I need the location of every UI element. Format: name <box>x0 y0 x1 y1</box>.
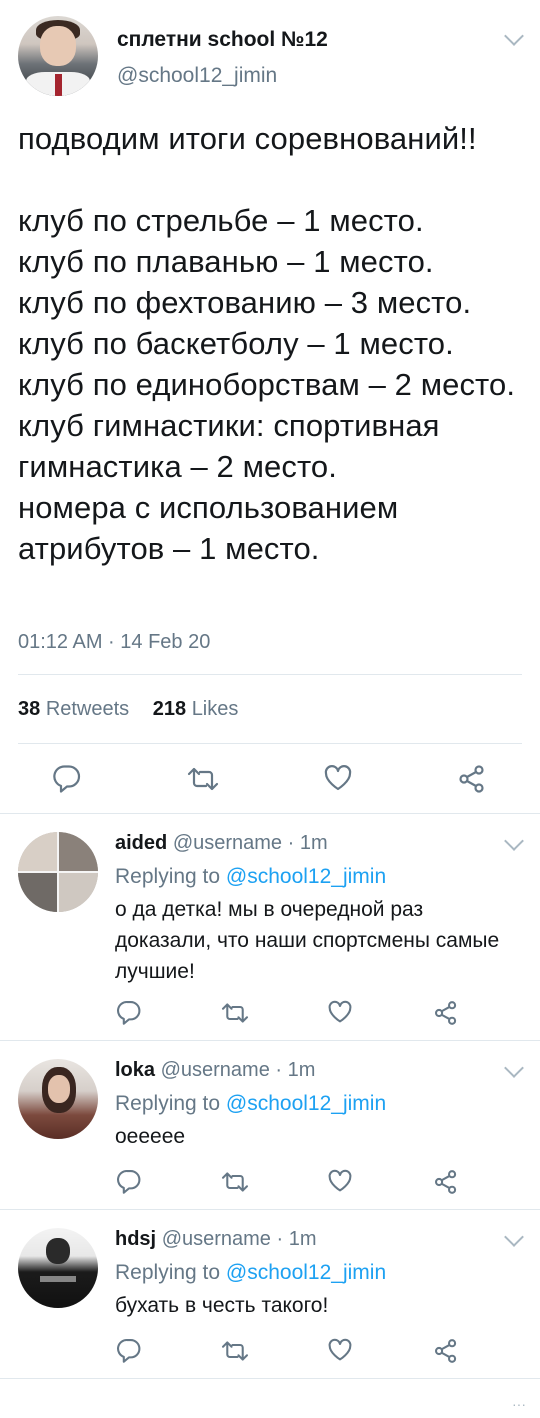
engagement-stats: 38 Retweets 218 Likes <box>18 698 238 721</box>
chevron-down-icon[interactable] <box>504 1227 524 1247</box>
timestamp[interactable]: 01:12 AM · 14 Feb 20 <box>18 631 210 654</box>
reply-meta: @username · 1m <box>161 1228 317 1250</box>
retweets-label[interactable]: Retweets <box>46 698 129 720</box>
retweet-icon[interactable] <box>220 1001 250 1025</box>
reply-icon[interactable] <box>52 763 82 793</box>
avatar[interactable] <box>18 1059 98 1139</box>
retweets-count[interactable]: 38 <box>18 698 40 720</box>
retweet-icon[interactable] <box>220 1339 250 1363</box>
reply-icon[interactable] <box>116 1337 142 1363</box>
reply-icon[interactable] <box>116 999 142 1025</box>
divider <box>0 1209 540 1210</box>
heart-icon[interactable] <box>327 1338 353 1362</box>
reply-icon[interactable] <box>116 1168 142 1194</box>
share-icon[interactable] <box>433 1338 459 1364</box>
reply-meta: @username · 1m <box>172 832 328 854</box>
likes-label[interactable]: Likes <box>192 698 239 720</box>
avatar[interactable] <box>18 832 98 912</box>
share-icon[interactable] <box>433 1000 459 1026</box>
reply-text: оееееe <box>115 1125 186 1148</box>
replying-handle-link[interactable]: @school12_jimin <box>226 1261 386 1284</box>
retweet-icon[interactable] <box>186 765 220 793</box>
replying-handle-link[interactable]: @school12_jimin <box>226 1092 386 1115</box>
share-icon[interactable] <box>433 1169 459 1195</box>
reply-display-name[interactable]: loka <box>115 1059 155 1081</box>
replying-to: Replying to @school12_jimin <box>115 1261 386 1285</box>
more-dots-icon: ··· <box>512 1396 526 1412</box>
divider <box>0 1040 540 1041</box>
replying-prefix: Replying to <box>115 865 221 888</box>
avatar[interactable] <box>18 1228 98 1308</box>
avatar[interactable] <box>18 16 98 96</box>
display-name[interactable]: сплетни school №12 <box>117 28 328 52</box>
chevron-down-icon[interactable] <box>504 1058 524 1078</box>
reply-meta: @username · 1m <box>160 1059 316 1081</box>
reply-header[interactable]: aided @username · 1m <box>115 832 328 855</box>
replying-prefix: Replying to <box>115 1092 221 1115</box>
user-handle[interactable]: @school12_jimin <box>117 64 277 88</box>
divider <box>18 674 522 675</box>
heart-icon[interactable] <box>327 1000 353 1024</box>
retweet-icon[interactable] <box>220 1170 250 1194</box>
heart-icon[interactable] <box>323 764 353 792</box>
tweet-text: подводим итоги соревнований!! клуб по ст… <box>18 121 516 566</box>
likes-count[interactable]: 218 <box>153 698 186 720</box>
replying-to: Replying to @school12_jimin <box>115 1092 386 1116</box>
replying-handle-link[interactable]: @school12_jimin <box>226 865 386 888</box>
reply-text: о да детка! мы в очередной раз доказали,… <box>115 898 500 983</box>
divider <box>0 1378 540 1379</box>
chevron-down-icon[interactable] <box>504 831 524 851</box>
reply-display-name[interactable]: aided <box>115 832 167 854</box>
chevron-down-icon[interactable] <box>504 26 524 46</box>
reply-header[interactable]: loka @username · 1m <box>115 1059 315 1082</box>
heart-icon[interactable] <box>327 1169 353 1193</box>
replying-prefix: Replying to <box>115 1261 221 1284</box>
share-icon[interactable] <box>457 764 487 794</box>
reply-display-name[interactable]: hdsj <box>115 1228 156 1250</box>
reply-header[interactable]: hdsj @username · 1m <box>115 1228 316 1251</box>
divider <box>0 813 540 814</box>
replying-to: Replying to @school12_jimin <box>115 865 386 889</box>
reply-text: бухать в честь такого! <box>115 1294 329 1317</box>
divider <box>18 743 522 744</box>
